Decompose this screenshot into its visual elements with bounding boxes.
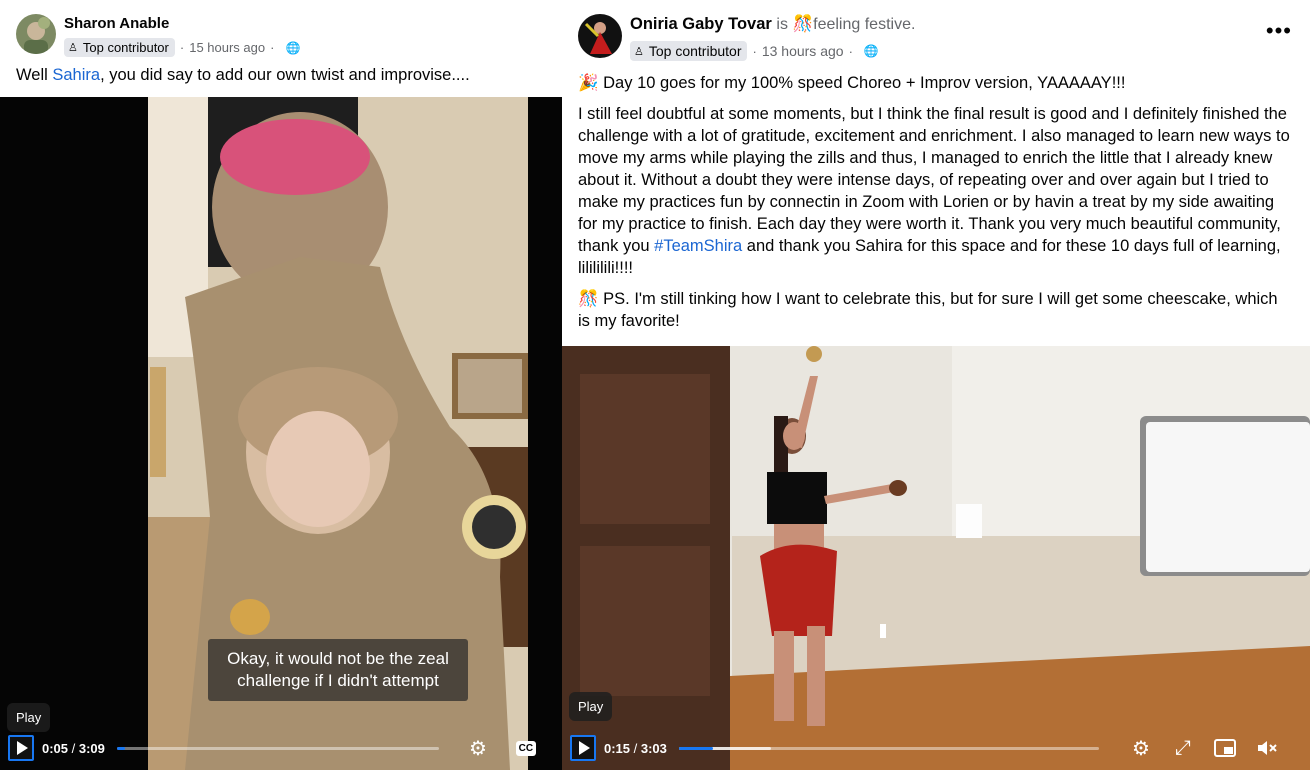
- award-icon: ♙: [68, 42, 78, 54]
- caption-line: challenge if I didn't attempt: [237, 671, 439, 690]
- video-time: 0:05 / 3:09: [42, 741, 105, 756]
- post-sharon: Sharon Anable ♙ Top contributor · 15 hour…: [0, 0, 562, 770]
- video-progress-bar[interactable]: [116, 746, 439, 750]
- post-text: Well Sahira, you did say to add our own …: [16, 64, 546, 86]
- video-time: 0:15 / 3:03: [604, 741, 667, 756]
- current-time: 0:15: [604, 740, 631, 756]
- post-paragraph: I still feel doubtful at some moments, b…: [578, 103, 1290, 279]
- post-timestamp[interactable]: 13 hours ago: [762, 43, 844, 59]
- post-text-part: Day 10 goes for my 100% speed Choreo + I…: [603, 74, 1126, 92]
- party-popper-icon: 🎉: [578, 74, 599, 92]
- top-contributor-badge[interactable]: ♙ Top contributor: [64, 38, 175, 57]
- post-paragraph: 🎉 Day 10 goes for my 100% speed Choreo +…: [578, 72, 1290, 94]
- separator-dot: ·: [270, 40, 275, 55]
- separator-dot: ·: [179, 40, 185, 55]
- separator-dot: ·: [752, 43, 757, 59]
- cc-label: CC: [515, 740, 536, 756]
- confetti-icon: 🎊: [578, 290, 599, 308]
- video-controls: 0:15 / 3:03 ⚙ ⤢: [562, 726, 1310, 770]
- feeling-text[interactable]: feeling festive.: [813, 16, 915, 33]
- more-options-icon[interactable]: •••: [1266, 20, 1292, 42]
- closed-captions-icon[interactable]: CC: [512, 734, 540, 762]
- globe-icon: 🌐: [285, 40, 301, 55]
- globe-icon: 🌐: [863, 44, 879, 58]
- video-player[interactable]: Okay, it would not be the zeal challenge…: [0, 97, 562, 770]
- time-separator: /: [630, 740, 641, 756]
- badge-label: Top contributor: [648, 43, 742, 59]
- duration: 3:09: [78, 740, 105, 756]
- post-text-part: , you did say to add our own twist and i…: [100, 66, 470, 84]
- post-header: Sharon Anable ♙ Top contributor · 15 hour…: [16, 14, 300, 57]
- settings-gear-icon[interactable]: ⚙: [1127, 734, 1155, 762]
- post-paragraph: 🎊 PS. I'm still tinking how I want to ce…: [578, 288, 1290, 332]
- badge-label: Top contributor: [82, 40, 169, 55]
- avatar[interactable]: [578, 14, 622, 58]
- settings-gear-icon[interactable]: ⚙: [464, 734, 492, 762]
- post-text: 🎉 Day 10 goes for my 100% speed Choreo +…: [578, 72, 1290, 341]
- avatar[interactable]: [16, 14, 56, 54]
- mention-link[interactable]: Sahira: [52, 66, 100, 84]
- video-caption: Okay, it would not be the zeal challenge…: [208, 639, 468, 701]
- hashtag-link[interactable]: #TeamShira: [654, 237, 742, 255]
- muted-volume-icon[interactable]: [1253, 734, 1281, 762]
- confetti-icon: 🎊: [792, 15, 814, 33]
- award-icon: ♙: [634, 45, 644, 58]
- post-timestamp[interactable]: 15 hours ago: [189, 40, 265, 55]
- video-player[interactable]: Play 0:15 / 3:03 ⚙ ⤢: [562, 346, 1310, 770]
- current-time: 0:05: [42, 740, 69, 756]
- author-name[interactable]: Sharon Anable: [64, 15, 169, 32]
- post-text-part: PS. I'm still tinking how I want to cele…: [578, 290, 1278, 330]
- video-frame: [562, 346, 1310, 770]
- activity-verb: is: [776, 16, 788, 33]
- play-icon[interactable]: [8, 735, 34, 761]
- picture-in-picture-icon[interactable]: [1211, 734, 1239, 762]
- time-separator: /: [68, 740, 79, 756]
- duration: 3:03: [640, 740, 667, 756]
- play-tooltip: Play: [569, 692, 613, 721]
- fullscreen-icon[interactable]: ⤢: [1169, 734, 1197, 762]
- separator-dot: ·: [848, 43, 853, 59]
- post-text-part: Well: [16, 66, 53, 84]
- video-progress-bar[interactable]: [678, 746, 1099, 750]
- top-contributor-badge[interactable]: ♙ Top contributor: [630, 41, 748, 61]
- progress-fill: [116, 746, 126, 750]
- progress-fill: [678, 746, 714, 750]
- post-text-part: I still feel doubtful at some moments, b…: [578, 105, 1290, 255]
- caption-line: Okay, it would not be the zeal: [227, 649, 449, 668]
- author-name[interactable]: Oniria Gaby Tovar: [630, 15, 772, 33]
- play-icon[interactable]: [570, 735, 596, 761]
- video-controls: 0:05 / 3:09 ⚙ CC: [0, 726, 562, 770]
- post-header: Oniria Gaby Tovar is 🎊feeling festive. ♙…: [578, 14, 915, 61]
- post-oniria: Oniria Gaby Tovar is 🎊feeling festive. ♙…: [562, 0, 1310, 770]
